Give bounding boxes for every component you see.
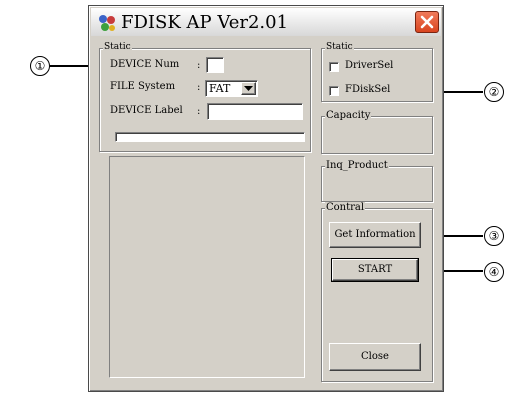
get-information-button[interactable]: Get Information	[329, 222, 421, 248]
app-icon	[99, 15, 115, 31]
inq-product-group	[321, 166, 433, 202]
contral-label: Contral	[325, 202, 366, 213]
fdisk-sel-label[interactable]: FDiskSel	[345, 84, 390, 95]
callout-2: ②	[484, 82, 504, 102]
start-button[interactable]: START	[331, 258, 419, 282]
file-system-value: FAT	[209, 82, 231, 95]
device-label-label: DEVICE Label	[110, 105, 183, 116]
title-bar[interactable]: FDISK AP Ver2.01	[91, 8, 441, 36]
device-num-field[interactable]	[206, 57, 224, 73]
inq-product-label: Inq_Product	[325, 160, 389, 171]
file-system-dropdown-button[interactable]	[241, 82, 256, 95]
driver-sel-label[interactable]: DriverSel	[345, 60, 393, 71]
display-panel	[109, 156, 305, 378]
device-label-colon: :	[197, 106, 201, 117]
device-num-colon: :	[197, 60, 201, 71]
file-system-select[interactable]: FAT	[205, 80, 258, 97]
close-icon	[420, 15, 434, 29]
close-button[interactable]: Close	[329, 343, 421, 371]
file-system-colon: :	[197, 82, 201, 93]
device-num-label: DEVICE Num	[110, 59, 180, 70]
callout-4: ④	[484, 262, 504, 282]
capacity-label: Capacity	[325, 110, 372, 121]
driver-sel-checkbox[interactable]	[329, 62, 339, 72]
capacity-group	[321, 116, 433, 154]
right-static-label: Static	[325, 42, 354, 52]
left-static-label: Static	[103, 42, 132, 52]
callout-1: ①	[30, 56, 50, 76]
fdisk-dialog-window: FDISK AP Ver2.01 Static DEVICE Num : FIL…	[88, 5, 444, 392]
close-window-button[interactable]	[415, 11, 439, 33]
file-system-label: FILE System	[110, 81, 176, 92]
fdisk-sel-checkbox[interactable]	[329, 86, 339, 96]
callout-3: ③	[484, 226, 504, 246]
device-label-field[interactable]	[207, 103, 303, 120]
window-title: FDISK AP Ver2.01	[121, 12, 289, 33]
progress-bar	[115, 132, 305, 142]
chevron-down-icon	[244, 86, 253, 91]
